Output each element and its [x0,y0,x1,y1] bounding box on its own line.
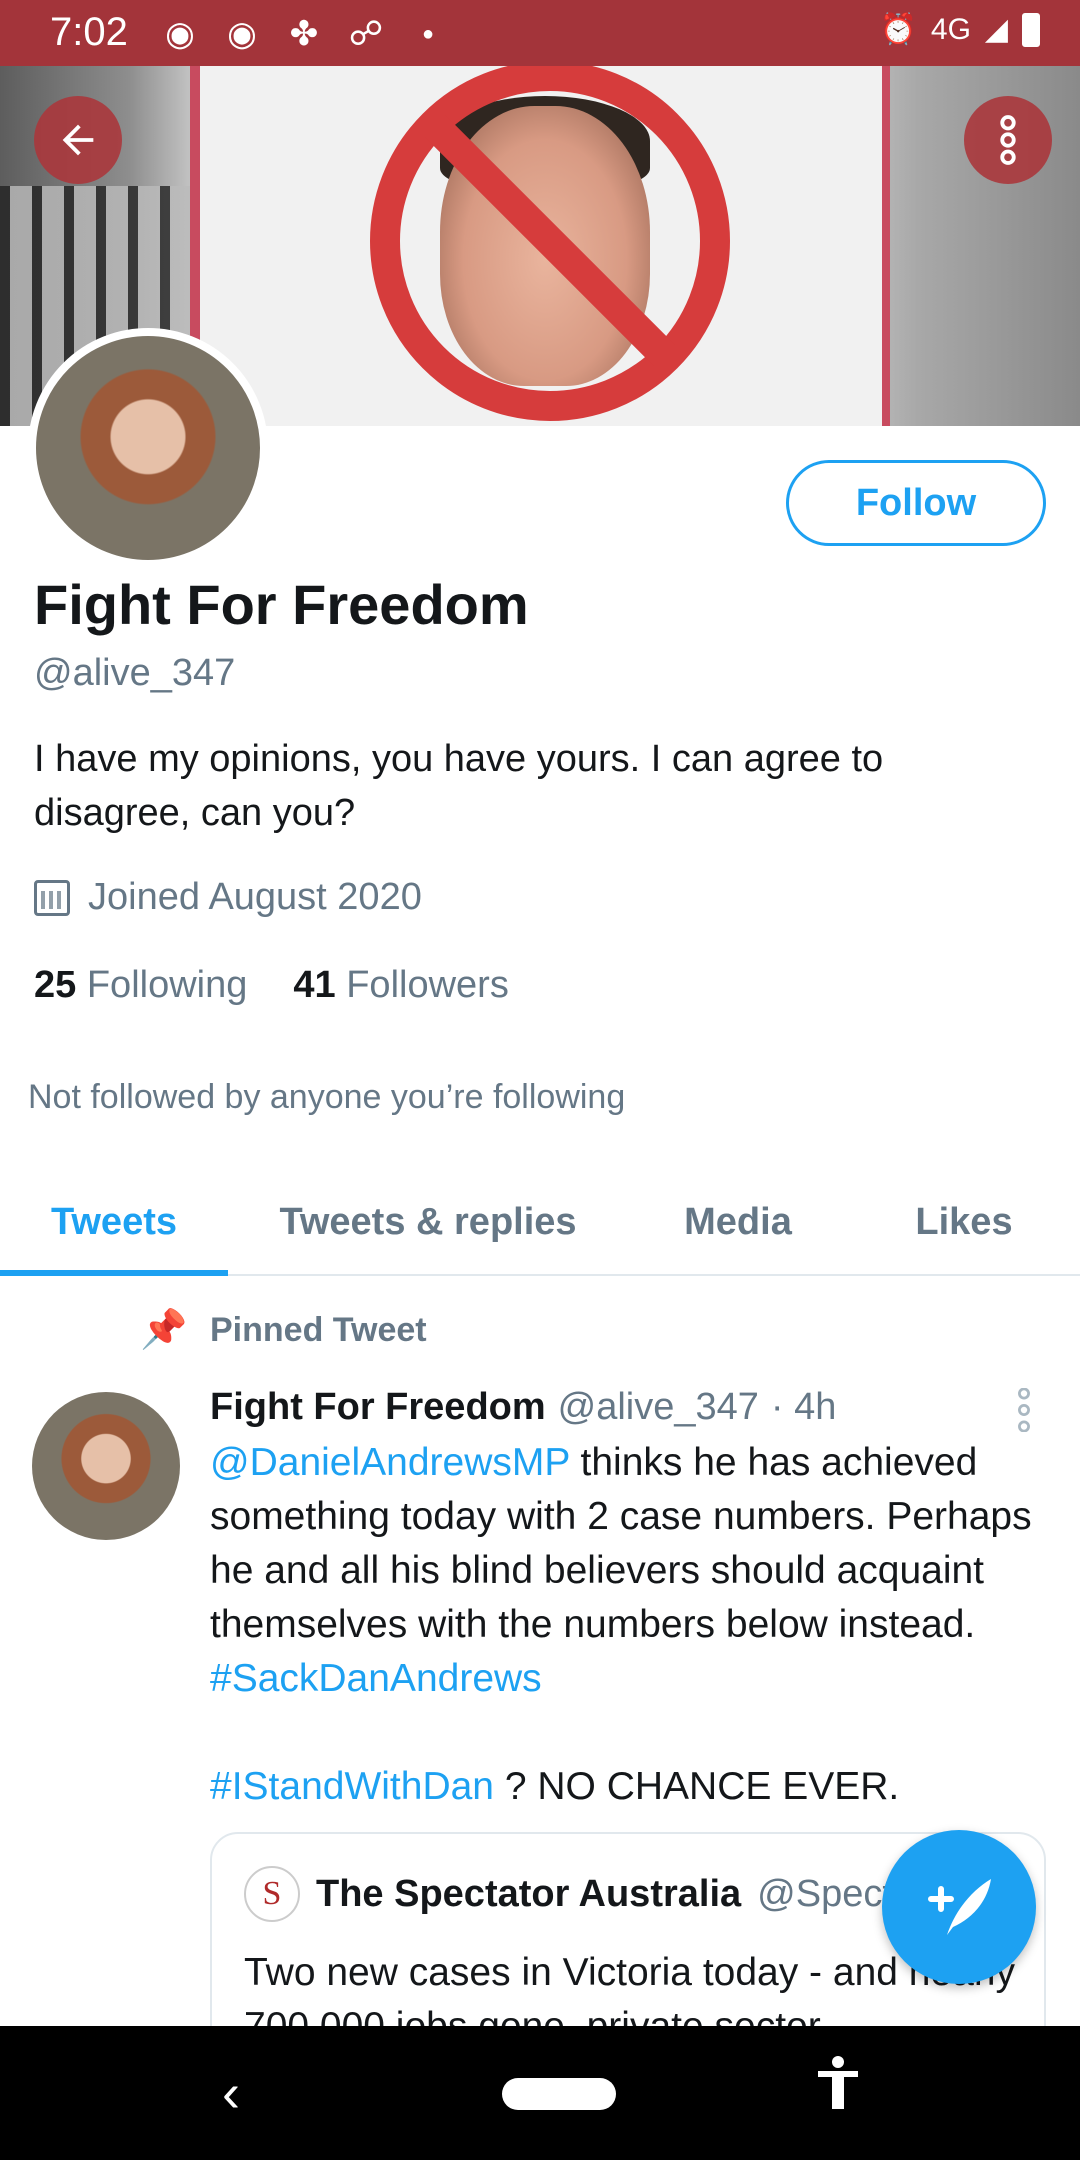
tweet-menu-button[interactable] [1012,1387,1036,1433]
quoted-tweet-header: S The Spectator Australia @Spect [244,1866,893,1922]
following-link[interactable]: 25 Following [34,964,247,1007]
dot-icon: ● [421,23,435,45]
following-count: 25 [34,964,77,1006]
nav-back-icon[interactable]: ‹ [222,2062,240,2124]
tweet-time: · 4h [770,1386,837,1428]
pinned-label-row: 📌 Pinned Tweet [140,1308,427,1352]
pinned-label: Pinned Tweet [210,1310,427,1349]
accessibility-icon[interactable] [814,2054,862,2125]
followers-link[interactable]: 41 Followers [293,964,508,1007]
system-navigation-bar: ‹ [0,2026,1080,2160]
tweet-header: Fight For Freedom @alive_347 · 4h [210,1386,836,1429]
slack-icon: ✤ [289,15,319,53]
joined-row: Joined August 2020 [34,876,422,919]
profile-bio: I have my opinions, you have yours. I ca… [34,738,884,834]
calendar-icon [34,879,70,916]
follow-counts: 25 Following 41 Followers [34,964,509,1007]
tab-tweets[interactable]: Tweets [0,1170,228,1276]
tweet-author-handle: @alive_347 [557,1386,759,1428]
following-label: Following [86,964,248,1006]
profile-name: Fight For Freedom [34,573,529,636]
status-bar: 7:02 ◉ ◉ ✤ ☍ ● ⏰ 4G ◢ [0,0,1080,66]
follow-button[interactable]: Follow [786,460,1046,546]
signal-icon: ◢ [984,13,1008,46]
quoted-author-handle: @Spect [757,1872,893,1915]
feather-plus-icon [928,1879,991,1935]
tweet-text-part2: ? NO CHANCE EVER. [494,1765,900,1808]
missed-call-icon: ☍ [348,15,384,53]
more-vertical-icon [1000,115,1016,165]
quoted-author-name: The Spectator Australia [316,1872,742,1915]
not-followed-note: Not followed by anyone you’re following [28,1078,626,1116]
hashtag-link[interactable]: #IStandWithDan [210,1765,494,1808]
pin-icon: 📌 [140,1309,188,1351]
alarm-icon: ⏰ [879,13,917,46]
tweet-body: @DanielAndrewsMP thinks he has achieved … [210,1436,1050,1814]
no-sign-icon [370,66,730,421]
followers-label: Followers [346,964,509,1006]
system-icons: ⏰ 4G ◢ [880,12,1040,47]
tab-tweets-replies[interactable]: Tweets & replies [228,1170,628,1274]
mention-link[interactable]: @DanielAndrewsMP [210,1441,570,1484]
more-vertical-icon [1018,1387,1030,1433]
notification-icons: ◉ ◉ ✤ ☍ ● [160,14,448,54]
arrow-left-icon [62,124,94,156]
network-label: 4G [930,12,971,46]
more-options-button[interactable] [964,96,1052,184]
back-button[interactable] [34,96,122,184]
tab-media[interactable]: Media [628,1170,848,1274]
compose-tweet-button[interactable] [882,1830,1036,1984]
nav-home-pill[interactable] [502,2078,616,2110]
hashtag-link[interactable]: #SackDanAndrews [210,1657,542,1700]
tab-likes[interactable]: Likes [848,1170,1080,1274]
messenger-icon: ◉ [165,15,195,53]
status-time: 7:02 [50,10,128,54]
profile-handle: @alive_347 [34,652,236,694]
tweet-author-name[interactable]: Fight For Freedom [210,1386,546,1429]
messenger-icon: ◉ [227,15,257,53]
joined-date: Joined August 2020 [88,876,422,918]
profile-tabs: Tweets Tweets & replies Media Likes [0,1170,1080,1276]
tweet-avatar[interactable] [32,1392,180,1540]
battery-icon [1022,12,1040,47]
followers-count: 41 [293,964,336,1006]
person-icon [818,2056,858,2109]
profile-avatar[interactable] [28,328,268,568]
spectator-logo-icon: S [244,1866,300,1922]
